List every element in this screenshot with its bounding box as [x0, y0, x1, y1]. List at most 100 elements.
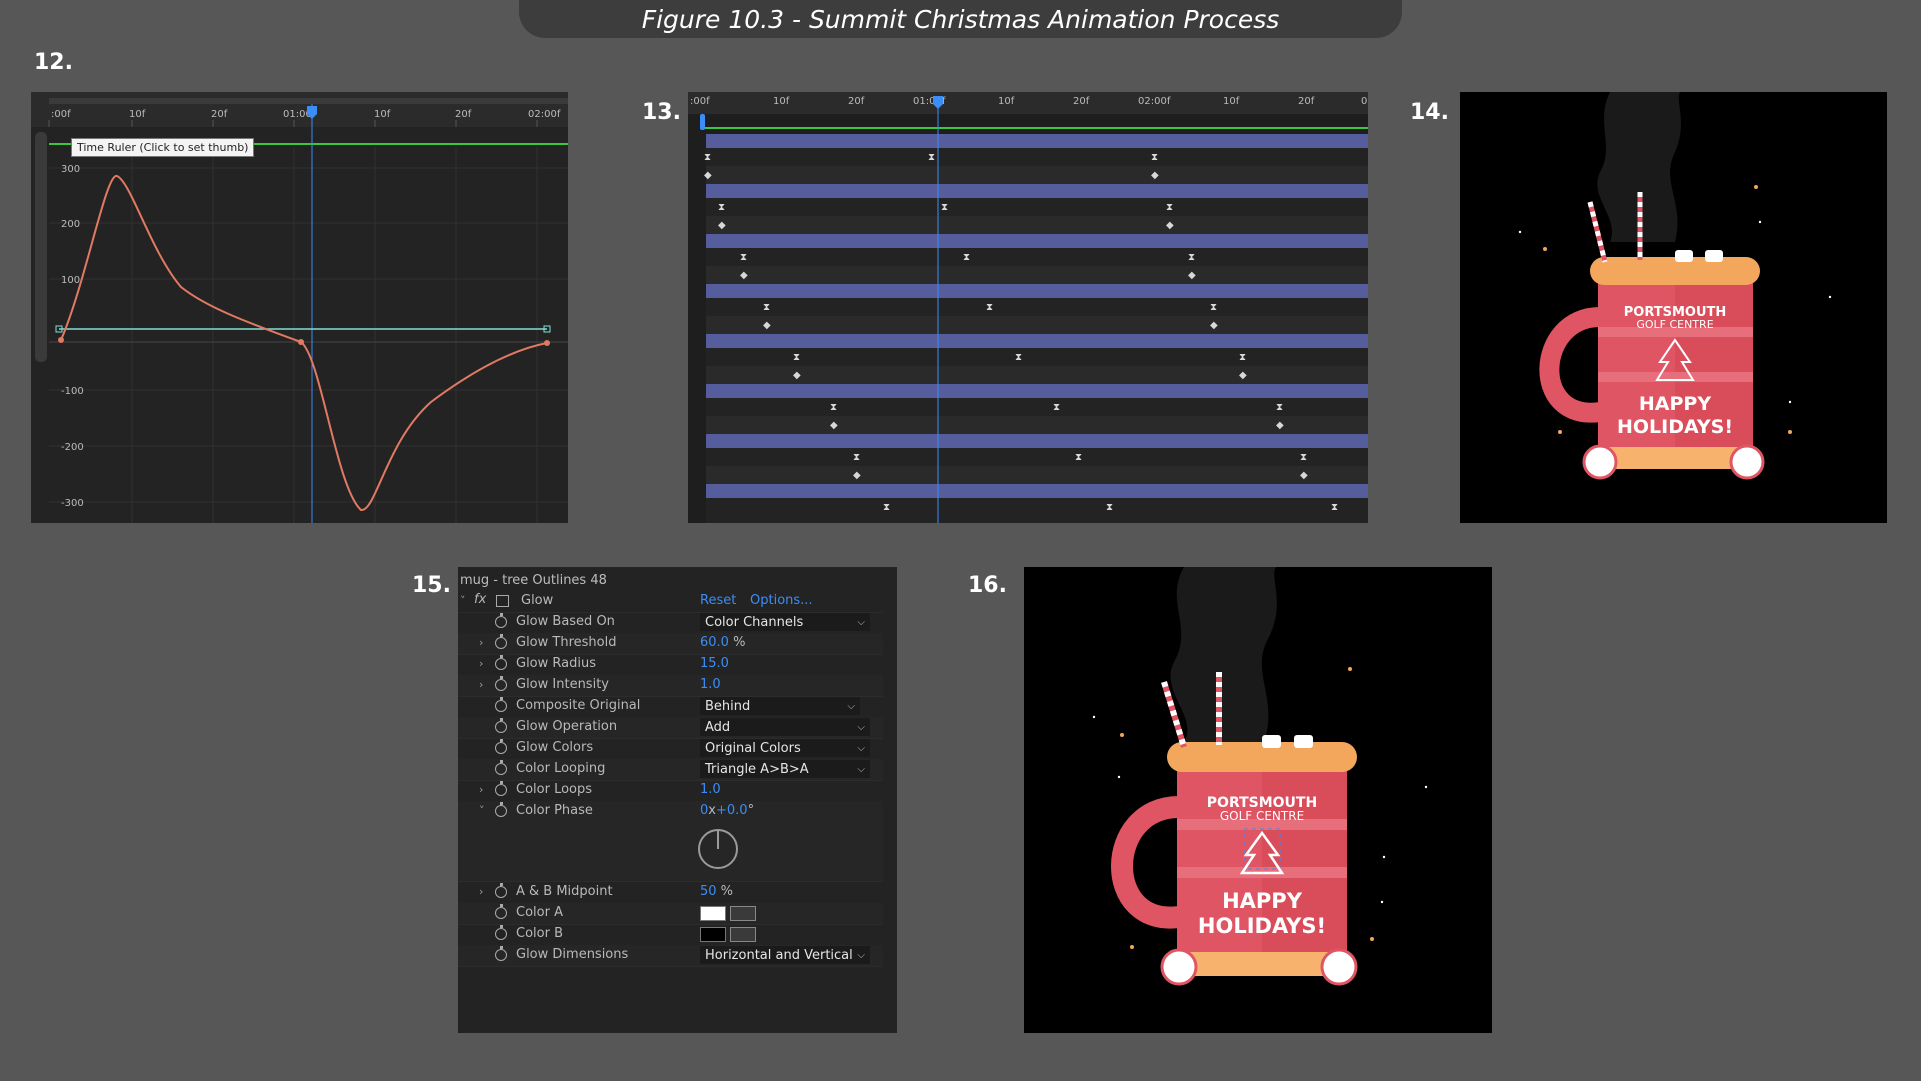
svg-text:◆: ◆: [704, 170, 712, 181]
svg-text:◆: ◆: [1188, 270, 1196, 281]
step-13-label: 13.: [642, 100, 681, 125]
property-label: Glow Threshold: [516, 635, 617, 650]
expand-arrow-icon[interactable]: ›: [479, 636, 483, 649]
svg-text:⧗: ⧗: [718, 202, 725, 213]
y-axis-label: 200: [61, 219, 80, 230]
property-row-color-b[interactable]: Color B: [458, 924, 883, 946]
svg-text:◆: ◆: [830, 420, 838, 431]
property-row-composite-original[interactable]: Composite Original Behind ⌵: [458, 696, 883, 718]
ruler-label: 10f: [773, 96, 790, 107]
eyedropper-icon[interactable]: [730, 927, 756, 942]
property-label: Color Phase: [516, 803, 593, 818]
svg-text:⧗: ⧗: [1276, 402, 1283, 413]
graph-editor-panel[interactable]: :00f 10f 20f 01:00f 10f 20f 02:00f 300 2…: [31, 92, 568, 523]
stopwatch-icon[interactable]: [495, 946, 507, 961]
property-row-glow-based-on[interactable]: Glow Based On Color Channels ⌵: [458, 612, 883, 634]
property-label: Glow Operation: [516, 719, 618, 734]
property-row-glow-intensity[interactable]: › Glow Intensity 1.0: [458, 675, 883, 697]
color-phase-dial[interactable]: [698, 829, 738, 869]
effect-controls-panel[interactable]: mug - tree Outlines 48 ˅ fx Glow Reset O…: [458, 567, 897, 1033]
expand-arrow-icon[interactable]: ›: [479, 885, 483, 898]
color-looping-dropdown[interactable]: Triangle A>B>A ⌵: [700, 760, 870, 778]
svg-text:⧗: ⧗: [1188, 252, 1195, 263]
property-row-color-loops[interactable]: › Color Loops 1.0: [458, 780, 883, 802]
svg-text:⧗: ⧗: [1151, 152, 1158, 163]
stopwatch-icon[interactable]: [495, 634, 507, 649]
property-row-glow-operation[interactable]: Glow Operation Add ⌵: [458, 717, 883, 739]
ab-midpoint-value[interactable]: 50 %: [700, 884, 733, 899]
glow-dimensions-dropdown[interactable]: Horizontal and Vertical ⌵: [700, 946, 870, 964]
stopwatch-icon[interactable]: [495, 904, 507, 919]
property-row-glow-colors[interactable]: Glow Colors Original Colors ⌵: [458, 738, 883, 760]
collapse-arrow-icon[interactable]: ˅: [460, 594, 466, 607]
brand-line-2: GOLF CENTRE: [1636, 318, 1713, 331]
property-label: Color Looping: [516, 761, 606, 776]
collapse-arrow-icon[interactable]: ˅: [479, 804, 485, 817]
effect-header-row[interactable]: ˅ fx Glow Reset Options...: [458, 591, 883, 613]
svg-text:⧗: ⧗: [830, 402, 837, 413]
timeline-canvas[interactable]: :00f 10f 20f 01:00f 10f 20f 02:00f 10f 2…: [688, 92, 1368, 523]
property-label: Color B: [516, 926, 563, 941]
svg-text:◆: ◆: [1300, 470, 1308, 481]
graph-scrollbar[interactable]: [35, 132, 47, 362]
svg-text:⧗: ⧗: [1015, 352, 1022, 363]
property-label: Glow Intensity: [516, 677, 609, 692]
svg-text:⧗: ⧗: [1075, 452, 1082, 463]
step-12-label: 12.: [34, 50, 73, 75]
glow-intensity-value[interactable]: 1.0: [700, 677, 721, 692]
expand-arrow-icon[interactable]: ›: [479, 657, 483, 670]
property-row-color-a[interactable]: Color A: [458, 903, 883, 925]
glow-radius-value[interactable]: 15.0: [700, 656, 729, 671]
options-link[interactable]: Options...: [750, 593, 813, 608]
svg-text:◆: ◆: [718, 220, 726, 231]
property-row-color-phase[interactable]: ˅ Color Phase 0x+0.0°: [458, 801, 883, 882]
mug-illustration-glow: PORTSMOUTH GOLF CENTRE HAPPY HOLIDAYS!: [1092, 567, 1428, 986]
property-row-glow-dimensions[interactable]: Glow Dimensions Horizontal and Vertical ⌵: [458, 945, 883, 967]
ruler-label: :00f: [51, 109, 71, 120]
svg-text:⧗: ⧗: [883, 502, 890, 513]
stopwatch-icon[interactable]: [495, 613, 507, 628]
svg-text:◆: ◆: [763, 320, 771, 331]
svg-text:◆: ◆: [1239, 370, 1247, 381]
property-row-color-looping[interactable]: Color Looping Triangle A>B>A ⌵: [458, 759, 883, 781]
svg-text:◆: ◆: [853, 470, 861, 481]
svg-text:⧗: ⧗: [928, 152, 935, 163]
color-loops-value[interactable]: 1.0: [700, 782, 721, 797]
mug-illustration: PORTSMOUTH GOLF CENTRE HAPPY HOLIDAYS!: [1518, 92, 1832, 480]
property-row-glow-threshold[interactable]: › Glow Threshold 60.0 %: [458, 633, 883, 655]
svg-text:◆: ◆: [740, 270, 748, 281]
composite-original-dropdown[interactable]: Behind ⌵: [700, 697, 860, 715]
stopwatch-icon[interactable]: [495, 883, 507, 898]
stopwatch-icon[interactable]: [495, 697, 507, 712]
color-b-swatch[interactable]: [700, 927, 726, 942]
glow-threshold-value[interactable]: 60.0 %: [700, 635, 745, 650]
color-phase-value[interactable]: 0x+0.0°: [700, 803, 754, 818]
timeline-tracks[interactable]: [706, 134, 1368, 523]
glow-based-on-dropdown[interactable]: Color Channels ⌵: [700, 613, 870, 631]
stopwatch-icon[interactable]: [495, 676, 507, 691]
property-row-ab-midpoint[interactable]: › A & B Midpoint 50 %: [458, 882, 883, 904]
stopwatch-icon[interactable]: [495, 739, 507, 754]
fx-icon[interactable]: fx: [474, 592, 486, 607]
ruler-label: 20f: [1298, 96, 1315, 107]
stopwatch-icon[interactable]: [495, 925, 507, 940]
expand-arrow-icon[interactable]: ›: [479, 783, 483, 796]
stopwatch-icon[interactable]: [495, 655, 507, 670]
svg-text:◆: ◆: [1276, 420, 1284, 431]
glow-operation-dropdown[interactable]: Add ⌵: [700, 718, 870, 736]
eyedropper-icon[interactable]: [730, 906, 756, 921]
stopwatch-icon[interactable]: [495, 802, 507, 817]
expand-arrow-icon[interactable]: ›: [479, 678, 483, 691]
stopwatch-icon[interactable]: [495, 781, 507, 796]
timeline-panel[interactable]: :00f 10f 20f 01:00f 10f 20f 02:00f 10f 2…: [688, 92, 1368, 523]
glow-colors-dropdown[interactable]: Original Colors ⌵: [700, 739, 870, 757]
property-label: Glow Based On: [516, 614, 615, 629]
brand-line-2: GOLF CENTRE: [1220, 809, 1304, 823]
figure-title: Figure 10.3 - Summit Christmas Animation…: [641, 4, 1280, 34]
stopwatch-icon[interactable]: [495, 760, 507, 775]
color-a-swatch[interactable]: [700, 906, 726, 921]
stopwatch-icon[interactable]: [495, 718, 507, 733]
property-row-glow-radius[interactable]: › Glow Radius 15.0: [458, 654, 883, 676]
reset-link[interactable]: Reset: [700, 593, 736, 608]
mug-frame-16: PORTSMOUTH GOLF CENTRE HAPPY HOLIDAYS!: [1024, 567, 1492, 1033]
